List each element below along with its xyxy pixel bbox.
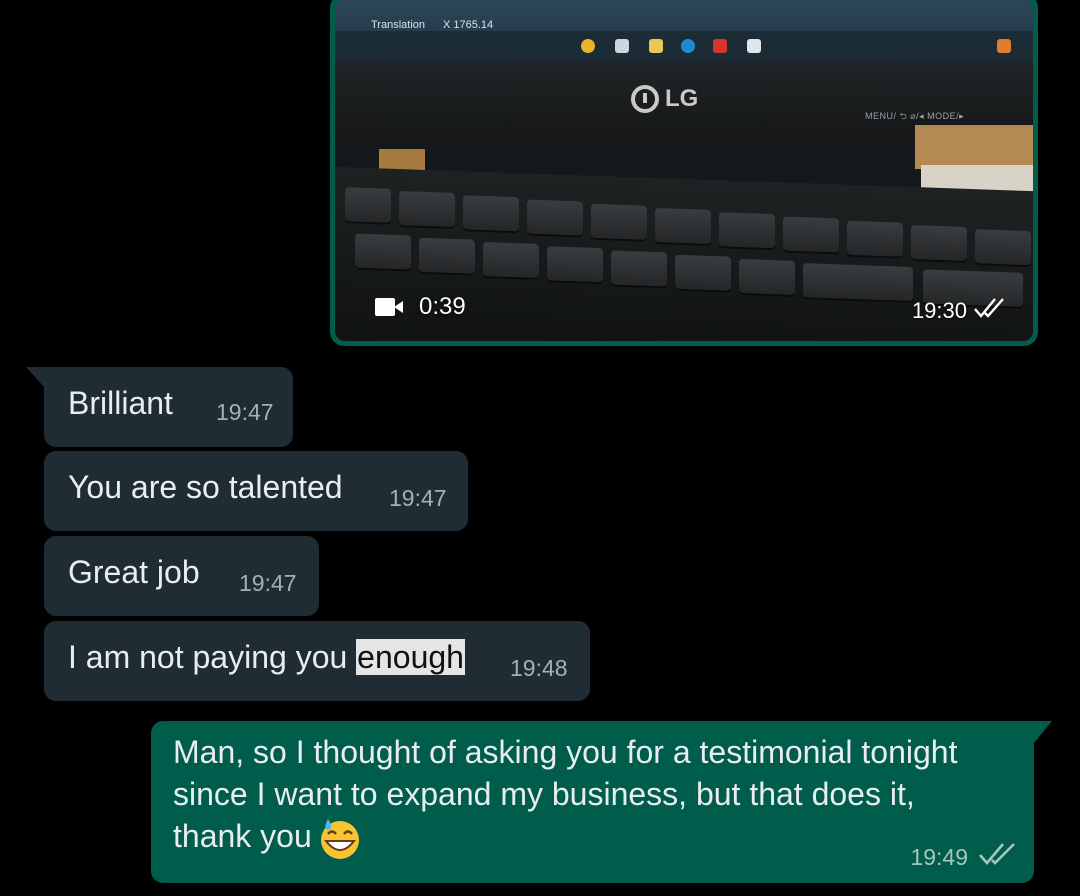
video-thumbnail[interactable]: Translation X 1765.14 LG MENU/ ⮌ ⌀/◂ MOD… [335,0,1033,341]
acrobat-icon [713,39,727,53]
screen-value: X 1765.14 [443,19,494,31]
message-text: You are so talented [68,469,343,505]
double-check-icon [973,297,1007,325]
message-text-part: I am not paying you [68,639,357,675]
outgoing-time-text: 19:49 [910,843,968,870]
notes-icon [747,39,761,53]
bezel-buttons: MENU/ ⮌ ⌀/◂ MODE/▸ [865,111,965,121]
video-time-text: 19:30 [911,298,967,323]
outgoing-message-bubble[interactable]: Man, so I thought of asking you for a te… [151,721,1052,883]
video-message-bubble[interactable]: Translation X 1765.14 LG MENU/ ⮌ ⌀/◂ MOD… [330,0,1038,346]
double-check-icon [978,841,1018,873]
folder-icon [649,39,663,53]
duration-text: 0:39 [419,293,466,320]
selected-text-highlight[interactable]: enough [356,639,465,675]
chat-conversation: Translation X 1765.14 LG MENU/ ⮌ ⌀/◂ MOD… [0,0,1080,896]
desk-surface [915,125,1033,169]
video-timestamp: 19:30 [912,297,1007,325]
chrome-icon [581,39,595,53]
message-line: thank you [173,815,1013,861]
sweat-smile-emoji-icon [320,818,359,859]
message-bubble[interactable]: Great job 19:47 [44,536,319,616]
edge-icon [681,39,695,53]
outgoing-message-text: Man, so I thought of asking you for a te… [173,731,1013,861]
brand-text: LG [665,85,699,112]
video-camera-icon [375,296,403,318]
lg-logo: LG [631,85,698,113]
message-time: 19:47 [239,570,297,596]
message-text: Great job [68,554,200,590]
message-bubble[interactable]: Brilliant 19:47 [26,367,293,447]
message-line-text: thank you [173,818,312,854]
tray-icon [997,39,1011,53]
outgoing-timestamp: 19:49 [910,841,1018,873]
message-bubble[interactable]: You are so talented 19:47 [44,451,468,531]
message-line: since I want to expand my business, but … [173,776,915,812]
message-time: 19:47 [389,485,447,511]
screen-label: Translation [371,19,426,31]
settings-icon [615,39,629,53]
message-text: I am not paying you enough [68,639,465,676]
video-duration: 0:39 [375,293,466,321]
lg-circle-icon [631,85,659,113]
message-bubble[interactable]: I am not paying you enough 19:48 [44,621,590,701]
message-time: 19:47 [216,399,274,425]
message-text: Brilliant [68,385,173,421]
message-line: Man, so I thought of asking you for a te… [173,734,958,770]
message-time: 19:48 [510,655,568,681]
